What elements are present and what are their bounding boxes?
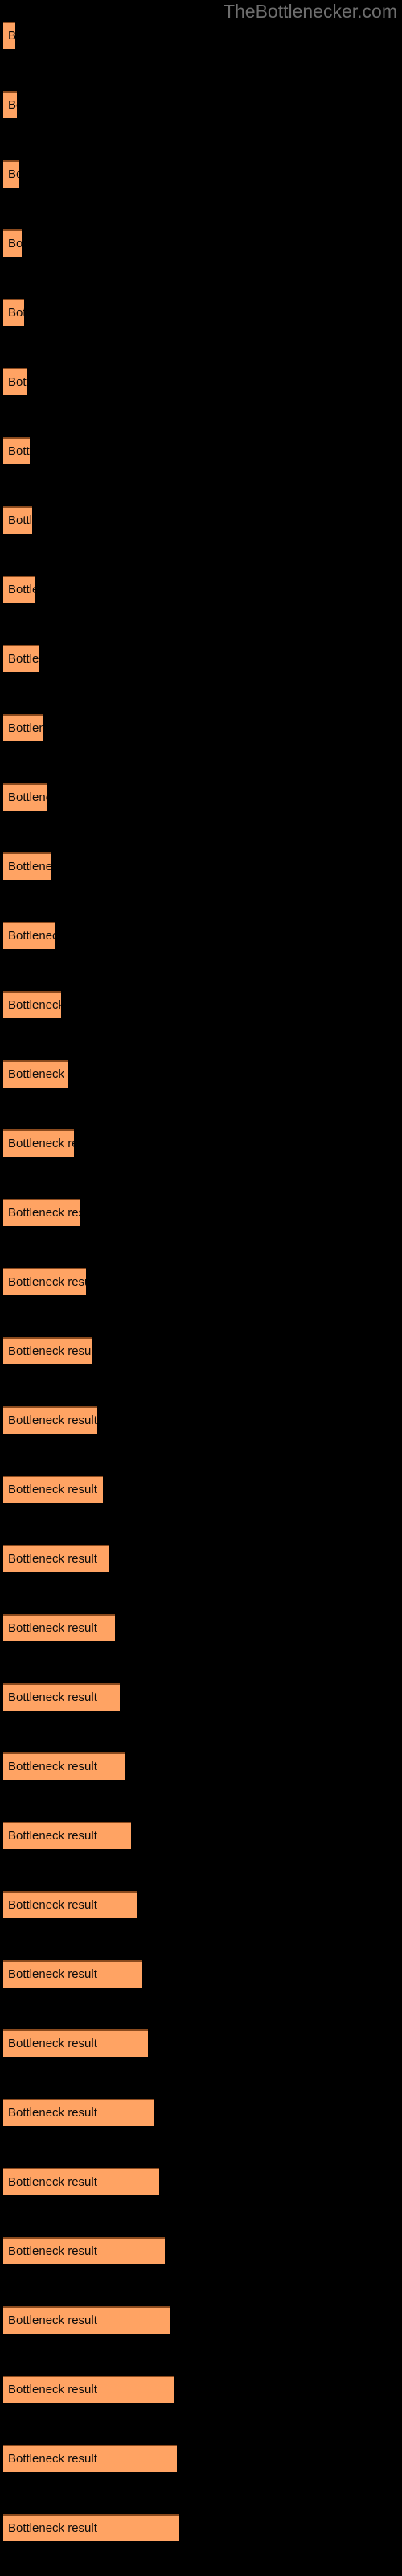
chart-bar[interactable]: Bottleneck result bbox=[3, 1337, 92, 1364]
chart-bar[interactable]: Bottleneck result bbox=[3, 645, 39, 672]
bar-label: Bottleneck result bbox=[8, 1898, 97, 1912]
bar-label: Bottleneck result bbox=[8, 1621, 97, 1635]
chart-bar[interactable]: Bottleneck result bbox=[3, 2445, 177, 2472]
bar-label: Bottleneck result bbox=[8, 2314, 97, 2327]
bar-label: Bottleneck result bbox=[8, 929, 55, 943]
bar-label: Bottleneck result bbox=[8, 721, 43, 735]
chart-bar[interactable]: Bottleneck result bbox=[3, 2376, 174, 2403]
bar-label: Bottleneck result bbox=[8, 514, 32, 527]
chart-bar[interactable]: Bottleneck result bbox=[3, 91, 17, 118]
chart-bar[interactable]: Bottleneck result bbox=[3, 1268, 86, 1295]
bottleneck-bar-chart: TheBottlenecker.com Bottleneck resultBot… bbox=[0, 0, 402, 2576]
bar-label: Bottleneck result bbox=[8, 2175, 97, 2189]
bar-label: Bottleneck result bbox=[8, 1206, 80, 1220]
bars-layer: Bottleneck result Bottleneck result Bottle… bbox=[0, 0, 402, 2576]
bar-label: Bottleneck result bbox=[8, 791, 47, 804]
bar-label: Bottleneck result bbox=[8, 1690, 97, 1704]
chart-bar[interactable]: Bottleneck result bbox=[3, 2237, 165, 2264]
chart-bar[interactable]: Bottleneck result bbox=[3, 229, 22, 257]
chart-bar[interactable]: Bottleneck result bbox=[3, 1060, 68, 1088]
bar-label: Bottleneck result bbox=[8, 1483, 97, 1496]
chart-bar[interactable]: Bottleneck result bbox=[3, 1476, 103, 1503]
chart-bar[interactable]: Bottleneck result bbox=[3, 22, 15, 49]
chart-bar[interactable]: Bottleneck result bbox=[3, 1199, 80, 1226]
bar-label: Bottleneck result bbox=[8, 375, 27, 389]
chart-bar[interactable]: Bottleneck result bbox=[3, 299, 24, 326]
bar-label: Bottleneck result bbox=[8, 1344, 92, 1358]
chart-bar[interactable]: Bottleneck result bbox=[3, 1129, 74, 1157]
bar-label: Bottleneck result bbox=[8, 2244, 97, 2258]
chart-bar[interactable]: Bottleneck result bbox=[3, 1822, 131, 1849]
chart-bar[interactable]: Bottleneck result bbox=[3, 2168, 159, 2195]
bar-label: Bottleneck result bbox=[8, 2106, 97, 2120]
chart-bar[interactable]: Bottleneck result bbox=[3, 991, 61, 1018]
bar-label: Bottleneck result bbox=[8, 583, 35, 597]
chart-bar[interactable]: Bottleneck result bbox=[3, 1614, 115, 1641]
chart-bar[interactable]: Bottleneck result bbox=[3, 1960, 142, 1988]
bar-label: Bottleneck result bbox=[8, 444, 30, 458]
bar-label: Bottleneck result bbox=[8, 1967, 97, 1981]
bar-label: Bottleneck result bbox=[8, 1414, 97, 1427]
chart-bar[interactable]: Bottleneck result bbox=[3, 783, 47, 811]
chart-bar[interactable]: Bottleneck result bbox=[3, 852, 51, 880]
bar-label: Bottleneck result bbox=[8, 2521, 97, 2535]
chart-bar[interactable]: Bottleneck result bbox=[3, 2029, 148, 2057]
bar-label: Bottleneck result bbox=[8, 167, 19, 181]
bar-label: Bottleneck result bbox=[8, 1552, 97, 1566]
bar-label: Bottleneck result bbox=[8, 652, 39, 666]
bar-label: Bottleneck result bbox=[8, 237, 22, 250]
bar-label: Bottleneck result bbox=[8, 306, 24, 320]
bar-label: Bottleneck result bbox=[8, 860, 51, 873]
bar-label: Bottleneck result bbox=[8, 1829, 97, 1843]
bar-label: Bottleneck result bbox=[8, 2452, 97, 2466]
bar-label: Bottleneck result bbox=[8, 1067, 68, 1081]
chart-bar[interactable]: Bottleneck result bbox=[3, 1891, 137, 1918]
chart-bar[interactable]: Bottleneck result bbox=[3, 2099, 154, 2126]
bar-label: Bottleneck result bbox=[8, 1760, 97, 1773]
bar-label: Bottleneck result bbox=[8, 1137, 74, 1150]
chart-bar[interactable]: Bottleneck result bbox=[3, 714, 43, 741]
chart-bar[interactable]: Bottleneck result bbox=[3, 1545, 109, 1572]
chart-bar[interactable]: Bottleneck result bbox=[3, 160, 19, 188]
chart-bar[interactable]: Bottleneck result bbox=[3, 2306, 170, 2334]
chart-bar[interactable]: Bottleneck result bbox=[3, 368, 27, 395]
bar-label: Bottleneck result bbox=[8, 98, 17, 112]
chart-bar[interactable]: Bottleneck result bbox=[3, 1406, 97, 1434]
bar-label: Bottleneck result bbox=[8, 2037, 97, 2050]
chart-bar[interactable]: Bottleneck result bbox=[3, 1683, 120, 1711]
chart-bar[interactable]: Bottleneck result bbox=[3, 922, 55, 949]
bar-label: Bottleneck result bbox=[8, 998, 61, 1012]
bar-label: Bottleneck result bbox=[8, 30, 15, 43]
chart-bar[interactable]: Bottleneck result bbox=[3, 2514, 179, 2541]
chart-bar[interactable]: Bottleneck result bbox=[3, 437, 30, 464]
chart-bar[interactable]: Bottleneck result bbox=[3, 576, 35, 603]
chart-bar[interactable]: Bottleneck result bbox=[3, 506, 32, 534]
bar-label: Bottleneck result bbox=[8, 1275, 86, 1289]
chart-bar[interactable]: Bottleneck result bbox=[3, 1752, 125, 1780]
bar-label: Bottleneck result bbox=[8, 2383, 97, 2396]
